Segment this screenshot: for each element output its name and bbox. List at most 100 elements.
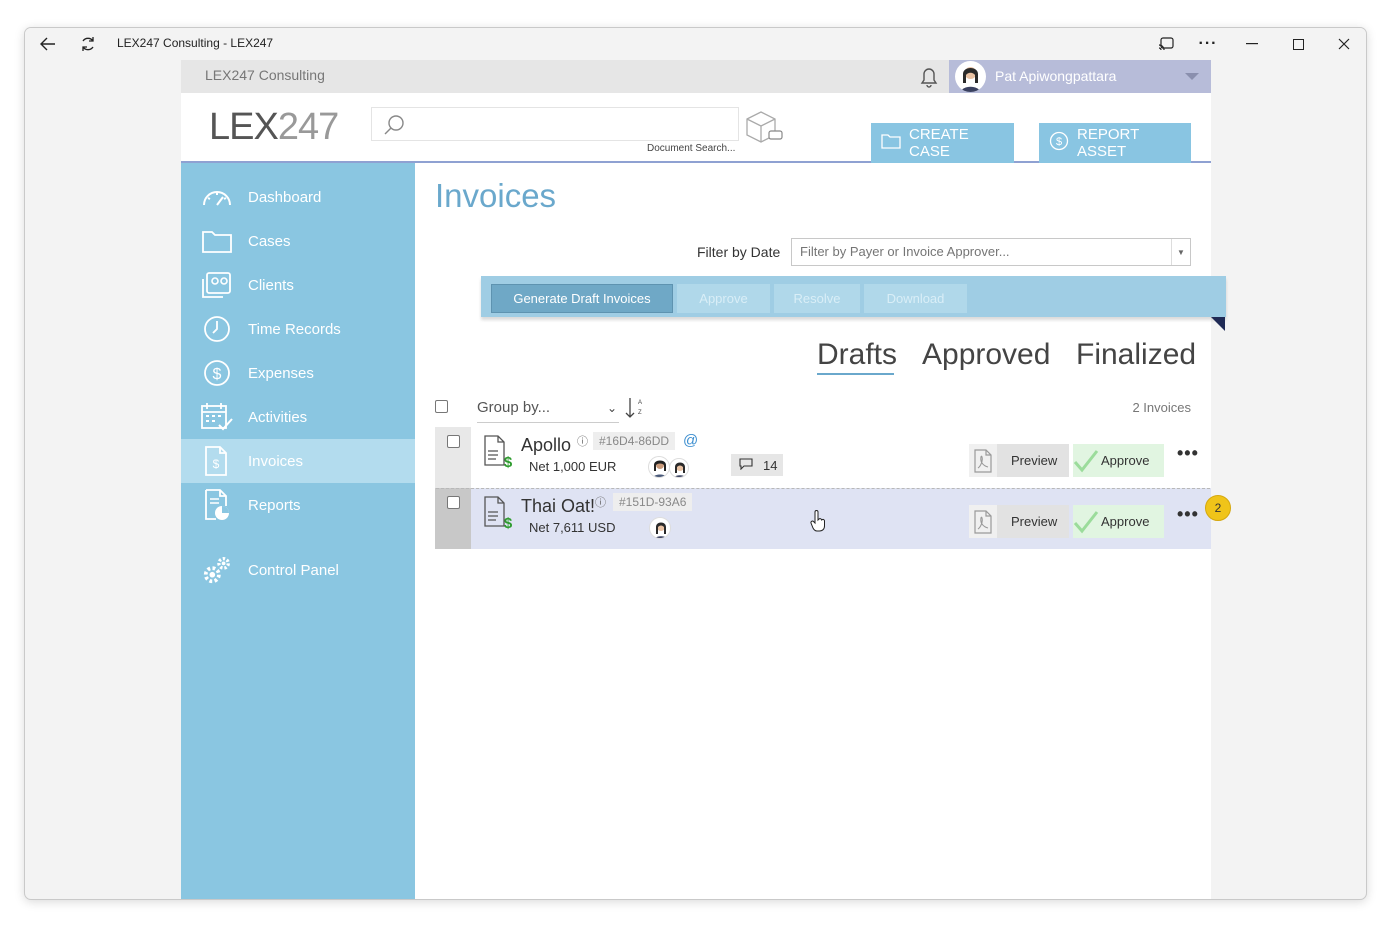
dollar-circle-icon: $	[1049, 131, 1069, 155]
sidebar-item-control-panel[interactable]: Control Panel	[181, 548, 415, 592]
mention-icon[interactable]: @	[683, 432, 698, 449]
user-name: Pat Apiwongpattara	[995, 68, 1117, 84]
comment-icon	[739, 457, 753, 473]
logo-bold: LEX	[209, 106, 279, 148]
pdf-icon	[969, 444, 997, 477]
preview-button[interactable]: Preview	[969, 444, 1069, 477]
sidebar-item-dashboard[interactable]: Dashboard	[181, 175, 415, 219]
maximize-icon[interactable]	[1285, 32, 1311, 56]
comments-badge[interactable]: 14	[731, 454, 783, 476]
gears-icon	[201, 554, 233, 586]
notification-badge[interactable]: 2	[1205, 495, 1231, 521]
info-icon[interactable]: ⓘ	[595, 494, 606, 510]
back-arrow-icon[interactable]	[35, 32, 61, 56]
sidebar-item-activities[interactable]: Activities	[181, 395, 415, 439]
sidebar-item-label: Dashboard	[248, 188, 322, 206]
pdf-icon	[969, 505, 997, 538]
row-divider	[436, 488, 1210, 489]
select-all-checkbox[interactable]	[435, 400, 448, 413]
invoice-net: Net 7,611 USD	[529, 520, 616, 535]
sidebar-item-expenses[interactable]: $ Expenses	[181, 351, 415, 395]
header: LEX247 Document Search... CREATE CASE $ …	[181, 93, 1211, 163]
clock-icon	[201, 313, 233, 345]
generate-draft-invoices-button[interactable]: Generate Draft Invoices	[491, 284, 673, 313]
download-button[interactable]: Download	[864, 284, 967, 313]
refresh-icon[interactable]	[75, 32, 101, 56]
svg-text:$: $	[213, 457, 220, 471]
tab-approved[interactable]: Approved	[922, 338, 1050, 372]
chevron-down-icon[interactable]	[1185, 73, 1199, 80]
chevron-down-icon: ⌄	[606, 401, 617, 415]
title-bar: LEX247 Consulting - LEX247 ···	[25, 28, 1366, 60]
report-asset-button[interactable]: $ REPORT ASSET	[1039, 123, 1191, 163]
sidebar-item-time-records[interactable]: Time Records	[181, 307, 415, 351]
invoice-row[interactable]: $ Apollo ⓘ #16D4-86DD @ Net 1,000 EUR 14	[435, 427, 1211, 488]
package-icon[interactable]	[743, 109, 785, 148]
row-selector	[435, 488, 471, 549]
sidebar-item-label: Cases	[248, 232, 291, 250]
more-options-icon[interactable]: ···	[1195, 32, 1221, 56]
document-search[interactable]	[371, 107, 739, 141]
minimize-icon[interactable]	[1239, 32, 1265, 56]
more-options-icon[interactable]: •••	[1177, 443, 1199, 464]
more-options-icon[interactable]: •••	[1177, 504, 1199, 525]
row-checkbox[interactable]	[447, 435, 460, 448]
sidebar-item-cases[interactable]: Cases	[181, 219, 415, 263]
info-icon[interactable]: ⓘ	[577, 433, 588, 449]
row-selector	[435, 427, 471, 488]
sidebar-item-label: Expenses	[248, 364, 314, 382]
create-case-label: CREATE CASE	[909, 126, 969, 160]
preview-label: Preview	[1011, 514, 1058, 529]
sidebar-item-reports[interactable]: Reports	[181, 483, 415, 527]
avatar	[955, 61, 986, 92]
avatar[interactable]	[669, 458, 689, 478]
dollar-circle-icon: $	[201, 357, 233, 389]
sidebar-item-invoices[interactable]: $ Invoices	[181, 439, 415, 483]
resolve-button[interactable]: Resolve	[774, 284, 860, 313]
create-case-button[interactable]: CREATE CASE	[871, 123, 1014, 163]
approve-label: Approve	[1101, 453, 1150, 468]
folder-icon	[201, 225, 233, 257]
toolbar-fold	[1211, 317, 1225, 331]
user-menu[interactable]: Pat Apiwongpattara	[949, 60, 1211, 93]
close-icon[interactable]	[1331, 32, 1357, 56]
group-by-select[interactable]: Group by... ⌄	[477, 399, 619, 423]
invoice-toolbar: Generate Draft Invoices Approve Resolve …	[481, 276, 1226, 317]
dropdown-arrow-icon[interactable]: ▼	[1171, 239, 1190, 265]
search-icon	[382, 113, 406, 142]
preview-button[interactable]: Preview	[969, 505, 1069, 538]
row-checkbox[interactable]	[447, 496, 460, 509]
cast-icon[interactable]	[1153, 32, 1179, 56]
approve-label: Approve	[1101, 514, 1150, 529]
tab-drafts[interactable]: Drafts	[817, 338, 897, 372]
invoice-name[interactable]: Thai Oat!	[521, 496, 595, 517]
svg-text:$: $	[504, 454, 513, 469]
invoice-name[interactable]: Apollo	[521, 435, 571, 456]
filter-combobox[interactable]: ▼	[791, 238, 1191, 266]
filter-input[interactable]	[800, 244, 1170, 259]
avatar[interactable]	[648, 456, 670, 478]
preview-label: Preview	[1011, 453, 1058, 468]
calendar-check-icon	[201, 401, 233, 433]
top-strip: LEX247 Consulting Pat Apiwongpattara	[181, 60, 1211, 93]
search-input[interactable]	[412, 112, 732, 136]
folder-icon	[881, 133, 901, 153]
sort-icon[interactable]: AZ	[625, 396, 643, 425]
approve-toolbar-button[interactable]: Approve	[677, 284, 770, 313]
group-by-label: Group by...	[477, 399, 551, 416]
sidebar-item-label: Activities	[248, 408, 308, 426]
svg-text:$: $	[1056, 136, 1062, 148]
logo-thin: 247	[277, 106, 339, 148]
sidebar-item-label: Clients	[248, 276, 294, 294]
avatar[interactable]	[649, 517, 671, 539]
approve-button[interactable]: Approve	[1073, 444, 1164, 477]
sidebar-item-clients[interactable]: Clients	[181, 263, 415, 307]
organization-name: LEX247 Consulting	[205, 67, 325, 83]
sidebar-item-label: Invoices	[248, 452, 304, 470]
hand-cursor-icon	[810, 510, 826, 537]
logo: LEX247	[209, 106, 339, 149]
approve-button[interactable]: Approve	[1073, 505, 1164, 538]
invoice-count: 2 Invoices	[1132, 400, 1191, 415]
bell-icon[interactable]	[916, 64, 942, 90]
tab-finalized[interactable]: Finalized	[1076, 338, 1196, 372]
